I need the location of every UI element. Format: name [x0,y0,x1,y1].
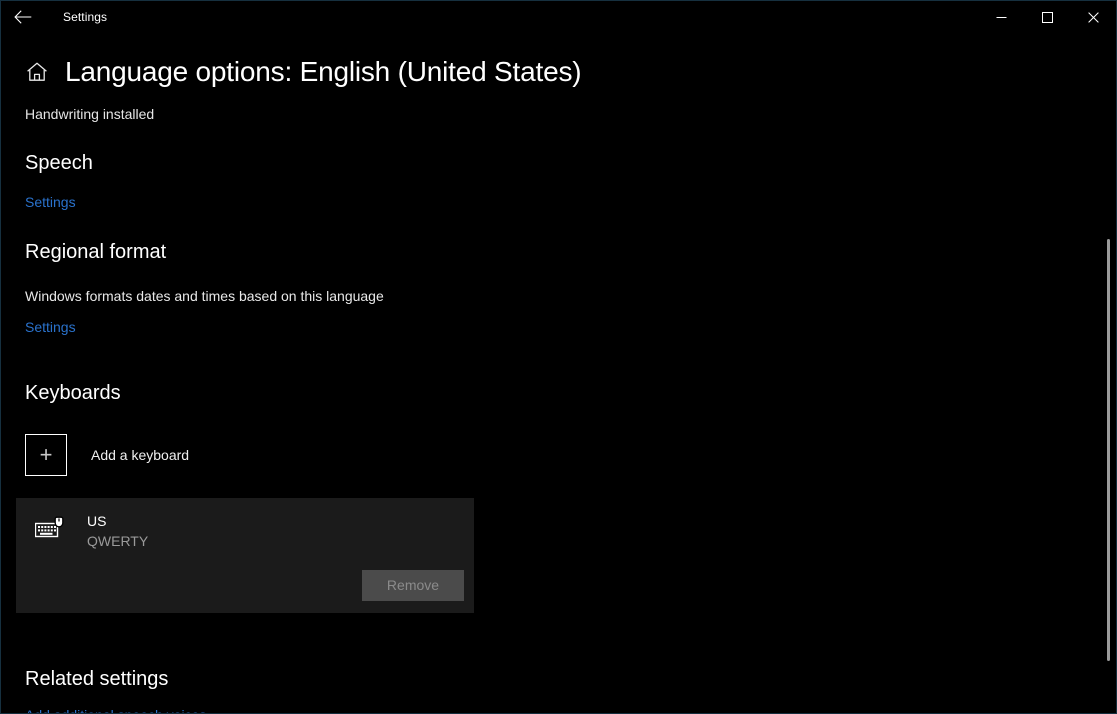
keyboard-item-name: US [87,512,107,529]
minimize-button[interactable] [978,1,1024,33]
section-heading-speech: Speech [25,151,93,174]
scrollbar-track[interactable] [1100,33,1114,713]
settings-body: Handwriting installed Speech Settings Re… [1,105,1116,713]
maximize-button[interactable] [1024,1,1070,33]
minimize-icon [996,12,1007,23]
section-heading-keyboards: Keyboards [25,381,121,404]
page-header: Language options: English (United States… [1,56,1116,88]
arrow-left-icon [14,10,32,24]
section-heading-regional-format: Regional format [25,240,167,263]
handwriting-status: Handwriting installed [25,105,155,122]
titlebar-title: Settings [63,10,108,24]
back-button[interactable] [1,1,45,33]
title-bar: Settings [1,1,1116,33]
keyboard-item-layout: QWERTY [87,532,149,549]
speech-settings-link[interactable]: Settings [25,193,76,211]
regional-format-settings-link[interactable]: Settings [25,318,76,336]
keyboard-list-item[interactable]: US QWERTY Remove [16,497,474,613]
settings-window: Settings Language options: English (Unit… [0,0,1117,714]
plus-icon-box: + [25,433,67,476]
add-additional-speech-voices-link[interactable]: Add additional speech voices [25,706,206,713]
keyboard-icon [34,514,66,544]
close-button[interactable] [1070,1,1116,33]
keyboard-item-row: US QWERTY [16,498,474,551]
plus-icon: + [39,441,53,467]
add-keyboard-button[interactable]: + Add a keyboard [25,433,285,476]
home-icon[interactable] [25,60,49,84]
section-heading-related-settings: Related settings [25,667,169,690]
content-area: Language options: English (United States… [1,33,1116,713]
keyboard-item-texts: US QWERTY [87,512,148,551]
maximize-icon [1041,11,1053,23]
regional-format-description: Windows formats dates and times based on… [25,287,384,304]
page-title: Language options: English (United States… [65,56,582,87]
add-keyboard-label: Add a keyboard [91,446,190,463]
remove-keyboard-button[interactable]: Remove [362,569,464,601]
window-controls [978,1,1116,33]
close-icon [1087,11,1099,23]
scrollbar-thumb[interactable] [1107,239,1110,661]
